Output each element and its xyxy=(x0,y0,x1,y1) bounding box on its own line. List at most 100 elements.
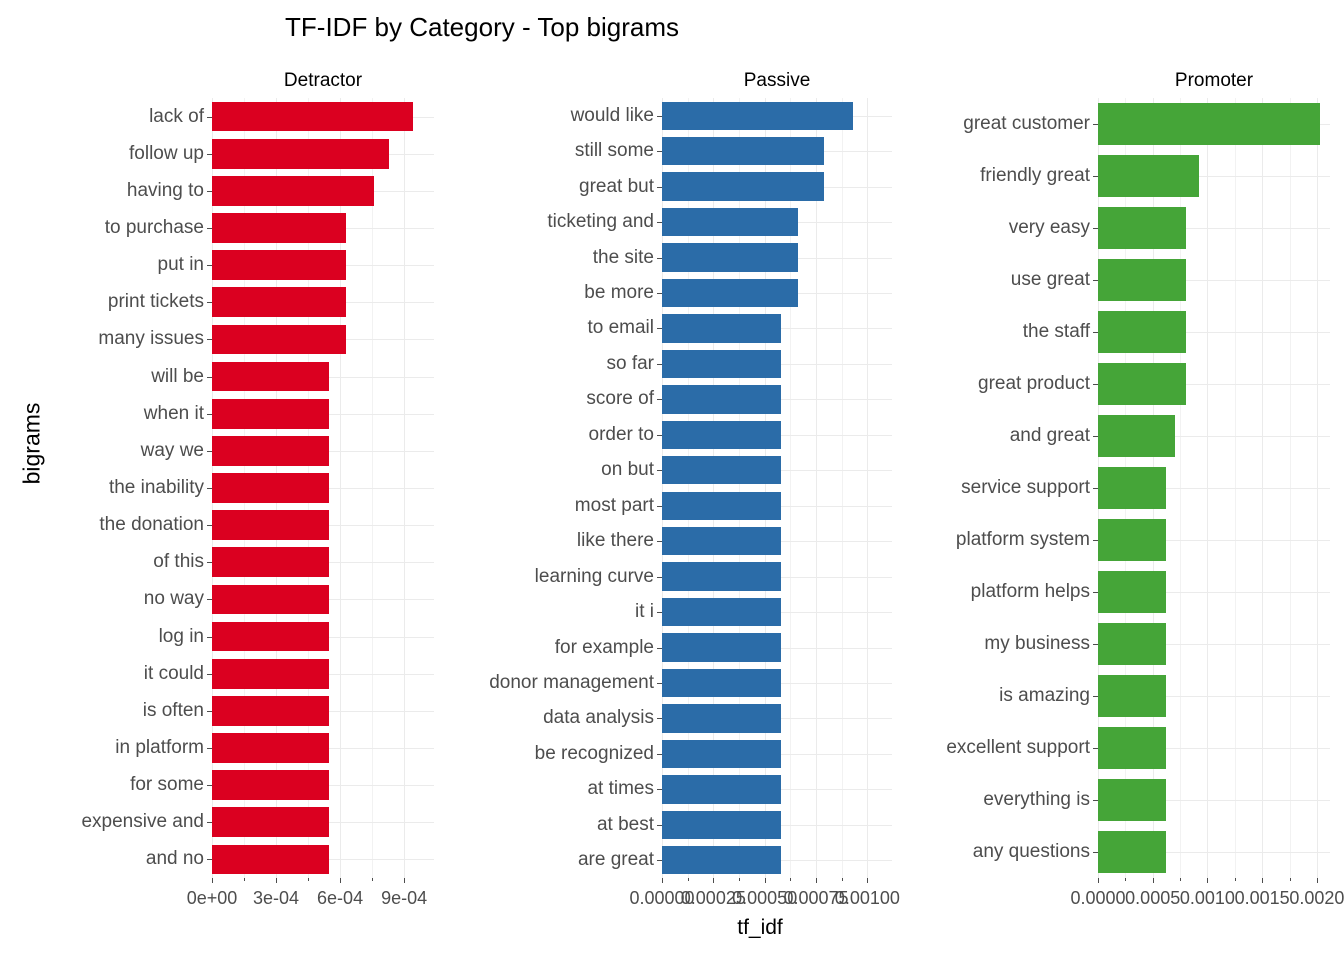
y-axis-tick xyxy=(1093,332,1098,333)
y-axis-tick xyxy=(207,525,212,526)
x-axis-tick xyxy=(1152,878,1154,883)
y-axis-tick xyxy=(657,754,662,755)
x-axis-minor-tick xyxy=(687,878,689,881)
y-axis-tick xyxy=(657,825,662,826)
bar[interactable] xyxy=(212,361,330,392)
bar[interactable] xyxy=(212,807,330,838)
bar[interactable] xyxy=(662,207,798,237)
x-axis-title: tf_idf xyxy=(0,916,1344,940)
bar[interactable] xyxy=(662,633,782,662)
y-axis-tick-label: data analysis xyxy=(543,707,654,729)
bar[interactable] xyxy=(662,597,782,627)
y-axis-tick-label: my business xyxy=(984,633,1090,654)
y-axis-tick-label: any questions xyxy=(972,841,1090,862)
y-axis-tick-label: donor management xyxy=(489,672,654,693)
bar[interactable] xyxy=(212,213,347,243)
bar[interactable] xyxy=(212,584,330,615)
bar[interactable] xyxy=(662,846,782,875)
bar[interactable] xyxy=(1098,779,1166,821)
bar[interactable] xyxy=(212,658,330,689)
y-axis-tick xyxy=(657,577,662,578)
bar[interactable] xyxy=(1098,623,1166,665)
bar[interactable] xyxy=(212,510,330,540)
bar[interactable] xyxy=(662,456,782,485)
y-axis-tick-label: be more xyxy=(584,282,654,303)
bar[interactable] xyxy=(1098,467,1166,509)
y-axis-tick-label: is amazing xyxy=(999,685,1090,706)
bar[interactable] xyxy=(662,775,782,804)
bar[interactable] xyxy=(1098,415,1175,457)
chart-title-text: TF-IDF by Category - Top bigrams xyxy=(285,12,679,42)
y-axis-tick xyxy=(1093,384,1098,385)
bar[interactable] xyxy=(662,562,782,591)
bar[interactable] xyxy=(212,696,330,726)
bar[interactable] xyxy=(662,137,825,166)
bar[interactable] xyxy=(212,844,330,875)
bar[interactable] xyxy=(662,668,782,698)
y-axis-tick-label: when it xyxy=(143,402,204,424)
bar[interactable] xyxy=(212,770,330,800)
bar[interactable] xyxy=(212,621,330,652)
bar[interactable] xyxy=(1098,311,1186,353)
bar[interactable] xyxy=(212,287,347,318)
bar[interactable] xyxy=(662,243,798,272)
y-axis-tick xyxy=(1093,228,1098,229)
bar[interactable] xyxy=(212,176,375,206)
facet-body: great customer friendly great very easy use… xyxy=(898,98,1344,908)
bar[interactable] xyxy=(212,398,330,429)
bar[interactable] xyxy=(212,138,389,169)
bar[interactable] xyxy=(1098,363,1186,405)
y-axis-tick xyxy=(657,222,662,223)
y-axis-tick-label: at best xyxy=(596,813,654,835)
y-axis-tick xyxy=(1093,488,1098,489)
bar[interactable] xyxy=(212,101,413,132)
bar[interactable] xyxy=(662,101,853,130)
bar[interactable] xyxy=(1098,831,1166,873)
bar[interactable] xyxy=(212,250,347,280)
bar[interactable] xyxy=(662,810,782,839)
bar[interactable] xyxy=(662,704,782,733)
y-axis-tick xyxy=(657,506,662,507)
bar[interactable] xyxy=(1098,207,1186,249)
y-axis-tick xyxy=(657,470,662,471)
y-axis-tick-label: log in xyxy=(158,625,204,647)
bar[interactable] xyxy=(662,349,782,379)
y-axis-tick xyxy=(207,637,212,638)
bar[interactable] xyxy=(1098,103,1321,145)
bar[interactable] xyxy=(662,739,782,769)
bar[interactable] xyxy=(1098,519,1166,561)
bar[interactable] xyxy=(1098,259,1186,301)
bar[interactable] xyxy=(1098,571,1166,613)
y-axis-tick xyxy=(1093,800,1098,801)
gridline-major xyxy=(816,98,818,878)
x-axis-tick-label: 0.0020 xyxy=(1289,888,1344,908)
bar[interactable] xyxy=(1098,727,1166,769)
bar[interactable] xyxy=(1098,155,1199,197)
bar[interactable] xyxy=(212,473,330,503)
x-axis-tick-label: 6e-04 xyxy=(317,888,364,908)
bar[interactable] xyxy=(662,420,782,449)
bar[interactable] xyxy=(662,314,782,343)
facet-body: would like still some great but ticketing a… xyxy=(440,98,900,908)
bar[interactable] xyxy=(1098,675,1166,717)
bar[interactable] xyxy=(662,385,782,414)
y-axis-tick xyxy=(657,364,662,365)
x-axis-tick-label: 3e-04 xyxy=(253,888,300,908)
y-axis-tick xyxy=(1093,540,1098,541)
bar[interactable] xyxy=(212,324,347,355)
bar[interactable] xyxy=(212,436,330,466)
bar[interactable] xyxy=(212,733,330,763)
bar[interactable] xyxy=(662,172,825,201)
x-axis-title-text: tf_idf xyxy=(737,916,783,939)
x-axis-minor-tick xyxy=(244,878,246,881)
y-axis-tick-label: use great xyxy=(1010,269,1090,290)
y-axis-tick xyxy=(657,860,662,861)
bar[interactable] xyxy=(662,491,782,520)
bar[interactable] xyxy=(662,278,798,308)
x-axis-tick-label: 0.0010 xyxy=(1179,888,1235,908)
y-axis-tick-label: the site xyxy=(592,246,654,268)
bar[interactable] xyxy=(212,547,330,578)
bar[interactable] xyxy=(662,527,782,556)
x-axis-tick xyxy=(1207,878,1209,883)
x-axis-tick xyxy=(404,878,406,883)
